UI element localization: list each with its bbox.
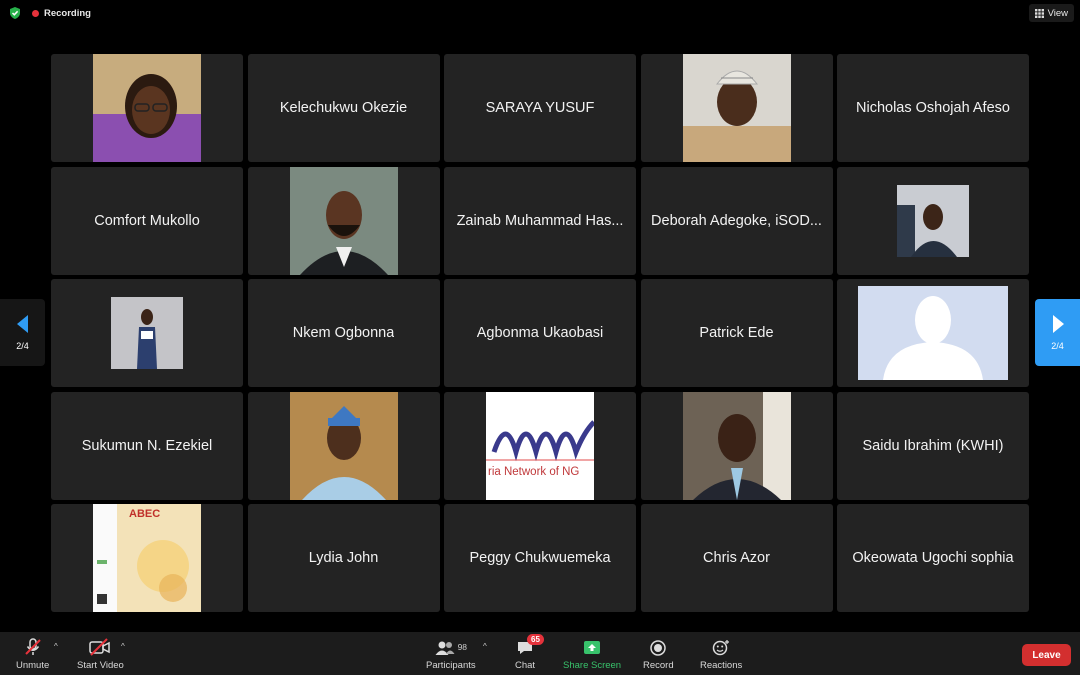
chat-unread-badge: 65: [527, 634, 544, 645]
view-button[interactable]: View: [1028, 4, 1074, 22]
participant-video: [682, 54, 791, 162]
participant-tile[interactable]: [247, 391, 440, 500]
participant-name: Agbonma Ukaobasi: [476, 325, 604, 341]
participant-tile[interactable]: [640, 54, 833, 162]
record-button[interactable]: Record: [643, 638, 674, 671]
participant-tile[interactable]: Kelechukwu Okezie: [247, 54, 440, 162]
recording-indicator[interactable]: Recording: [32, 6, 91, 20]
participant-tile[interactable]: Comfort Mukollo: [51, 166, 243, 275]
participant-video: [289, 391, 398, 500]
participants-count: 98: [457, 642, 468, 652]
participant-tile[interactable]: [247, 166, 440, 275]
participant-tile[interactable]: [837, 279, 1029, 387]
participants-icon-group: 98: [435, 638, 467, 656]
audio-options-caret-icon[interactable]: ^: [54, 642, 58, 651]
participant-tile[interactable]: SARAYA YUSUF: [444, 54, 636, 162]
participant-tile[interactable]: Agbonma Ukaobasi: [444, 279, 636, 387]
video-off-icon: [89, 638, 111, 656]
participants-icon: [435, 641, 455, 655]
chat-icon: 65: [516, 634, 544, 656]
muted-microphone-icon: [24, 638, 42, 656]
participant-gallery: Kelechukwu Okezie SARAYA YUSUF Nicholas …: [51, 54, 1029, 612]
participant-tile[interactable]: Okeowata Ugochi sophia: [837, 504, 1029, 612]
participant-video: [93, 54, 201, 162]
participant-video: [111, 297, 183, 369]
participant-tile[interactable]: Nkem Ogbonna: [247, 279, 440, 387]
participant-name: SARAYA YUSUF: [485, 100, 595, 116]
participants-button[interactable]: 98 Participants: [426, 638, 476, 671]
participant-tile[interactable]: [837, 166, 1029, 275]
participant-tile[interactable]: Peggy Chukwuemeka: [444, 504, 636, 612]
grid-icon: [1034, 8, 1044, 18]
video-options-caret-icon[interactable]: ^: [121, 642, 125, 651]
unmute-label: Unmute: [16, 660, 50, 671]
participant-name: Lydia John: [308, 550, 379, 566]
participant-tile[interactable]: ABEC: [51, 504, 243, 612]
default-avatar: [858, 286, 1008, 380]
meeting-toolbar: Unmute ^ Start Video ^ 98 Participants ^: [0, 632, 1080, 675]
top-bar: Recording View: [0, 0, 1080, 26]
security-shield-icon[interactable]: [8, 6, 22, 20]
arrow-right-icon: [1052, 314, 1064, 333]
recording-dot-icon: [32, 9, 39, 17]
participant-name: Comfort Mukollo: [94, 212, 200, 229]
arrow-left-icon: [16, 314, 28, 333]
participant-name: Zainab Muhammad Has...: [456, 212, 624, 229]
logo-text: ria Network of NG: [488, 465, 580, 478]
participant-tile[interactable]: Zainab Muhammad Has...: [444, 166, 636, 275]
participant-name: Nicholas Oshojah Afeso: [856, 100, 1010, 116]
participant-tile[interactable]: Chris Azor: [640, 504, 833, 612]
participant-name: Nkem Ogbonna: [292, 325, 395, 341]
view-label: View: [1047, 7, 1068, 19]
participant-video: [682, 391, 791, 500]
participant-name: Okeowata Ugochi sophia: [852, 550, 1014, 566]
participant-tile[interactable]: ria Network of NG: [444, 391, 636, 500]
reactions-icon: [712, 638, 730, 656]
participant-name: Peggy Chukwuemeka: [469, 550, 611, 566]
reactions-button[interactable]: Reactions: [700, 638, 742, 671]
organization-logo: ria Network of NG: [486, 391, 594, 500]
participants-options-caret-icon[interactable]: ^: [483, 642, 487, 651]
participant-tile[interactable]: Deborah Adegoke, iSOD...: [640, 166, 833, 275]
unmute-button[interactable]: Unmute: [16, 638, 49, 671]
participant-name: Sukumun N. Ezekiel: [81, 437, 213, 454]
share-screen-button[interactable]: Share Screen: [563, 638, 621, 671]
previous-page-button[interactable]: 2/4: [0, 299, 45, 366]
start-video-button[interactable]: Start Video: [77, 638, 124, 671]
chat-button[interactable]: 65 Chat: [515, 634, 544, 671]
next-page-button[interactable]: 2/4: [1035, 299, 1080, 366]
participant-name: Patrick Ede: [699, 325, 774, 341]
organization-logo: ABEC: [93, 504, 201, 612]
record-icon: [650, 638, 667, 656]
participant-tile[interactable]: Saidu Ibrahim (KWHI): [837, 391, 1029, 500]
participant-tile[interactable]: Lydia John: [247, 504, 440, 612]
chat-label: Chat: [515, 660, 536, 671]
reactions-label: Reactions: [700, 660, 743, 671]
recording-label: Recording: [44, 7, 91, 19]
share-screen-label: Share Screen: [563, 660, 622, 671]
participant-tile[interactable]: [51, 279, 243, 387]
participant-tile[interactable]: [640, 391, 833, 500]
record-label: Record: [643, 660, 674, 671]
participant-name: Deborah Adegoke, iSOD...: [651, 212, 822, 229]
participant-tile[interactable]: Patrick Ede: [640, 279, 833, 387]
leave-button[interactable]: Leave: [1022, 644, 1071, 666]
participant-name: Kelechukwu Okezie: [279, 100, 408, 116]
participants-label: Participants: [426, 660, 476, 671]
participant-name: Chris Azor: [703, 550, 770, 566]
page-indicator: 2/4: [1051, 340, 1064, 351]
page-indicator: 2/4: [16, 340, 29, 351]
start-video-label: Start Video: [77, 660, 124, 671]
participant-video: [897, 184, 969, 257]
participant-tile[interactable]: Sukumun N. Ezekiel: [51, 391, 243, 500]
logo-text: ABEC: [129, 508, 161, 520]
participant-tile[interactable]: [51, 54, 243, 162]
share-screen-icon: [583, 638, 601, 656]
participant-video: [289, 166, 398, 275]
participant-name: Saidu Ibrahim (KWHI): [862, 437, 1004, 454]
participant-tile[interactable]: Nicholas Oshojah Afeso: [837, 54, 1029, 162]
